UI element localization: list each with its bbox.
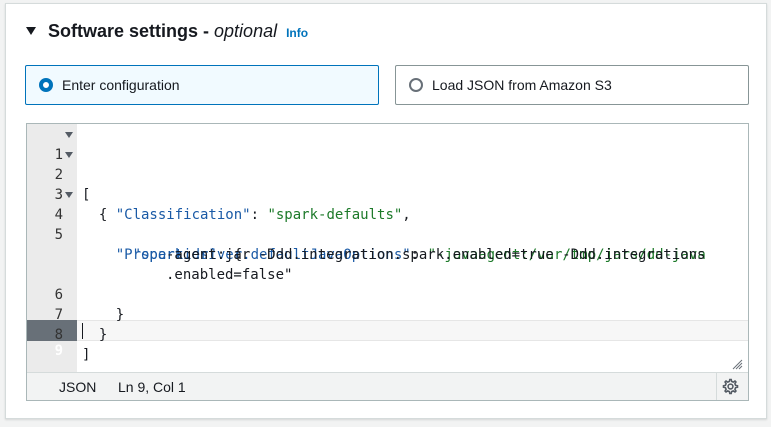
enter-configuration-label: Enter configuration xyxy=(62,77,180,93)
code-line-5[interactable]: 5 "spark.driver.defaultJavaOptions": "-j… xyxy=(27,205,748,263)
radio-selected-icon[interactable] xyxy=(39,78,53,92)
code-editor[interactable]: 1 [ 2 { 3 "Classification": "spark-defau… xyxy=(26,123,749,401)
code-line-6[interactable]: 6 } xyxy=(27,265,748,323)
gear-icon xyxy=(722,378,738,395)
settings-button[interactable] xyxy=(716,373,743,400)
code-line-5-wrap-2[interactable]: .enabled=false" xyxy=(27,245,748,283)
enter-configuration-tile[interactable]: Enter configuration xyxy=(25,65,379,105)
code-line-3[interactable]: 3 "Classification": "spark-defaults", xyxy=(27,165,748,223)
info-link[interactable]: Info xyxy=(286,26,308,40)
code-line-5-wrap-1[interactable]: -agent.jar -Ddd.integration.spark.enable… xyxy=(27,225,748,263)
optional-label: optional xyxy=(214,20,278,41)
caret-down-icon[interactable] xyxy=(26,27,36,35)
load-json-s3-label: Load JSON from Amazon S3 xyxy=(432,77,612,93)
fold-arrow-icon[interactable] xyxy=(65,192,73,198)
code-line-9[interactable]: 9 xyxy=(27,321,748,359)
radio-unselected-icon[interactable] xyxy=(409,78,423,92)
code-line-1[interactable]: 1 [ xyxy=(27,125,748,203)
code-line-2[interactable]: 2 { xyxy=(27,145,748,223)
section-header[interactable]: Software settings - optional Info xyxy=(26,18,308,44)
load-json-s3-tile[interactable]: Load JSON from Amazon S3 xyxy=(395,65,749,105)
editor-status-bar: JSON Ln 9, Col 1 xyxy=(27,372,748,400)
code-line-4[interactable]: 4 "Properties": { xyxy=(27,185,748,263)
code-line-7[interactable]: 7 } xyxy=(27,285,748,343)
software-settings-panel: Software settings - optional Info Enter … xyxy=(5,3,767,419)
language-indicator: JSON xyxy=(59,379,97,395)
section-title: Software settings xyxy=(48,20,199,41)
fold-arrow-icon[interactable] xyxy=(65,152,73,158)
title-separator: - xyxy=(203,20,210,41)
resize-handle-icon[interactable] xyxy=(732,359,743,370)
fold-arrow-icon[interactable] xyxy=(65,132,73,138)
cursor-position: Ln 9, Col 1 xyxy=(118,379,186,395)
line-number: 9 xyxy=(54,343,63,359)
text-cursor xyxy=(82,323,83,339)
code-text: ] xyxy=(82,347,91,363)
